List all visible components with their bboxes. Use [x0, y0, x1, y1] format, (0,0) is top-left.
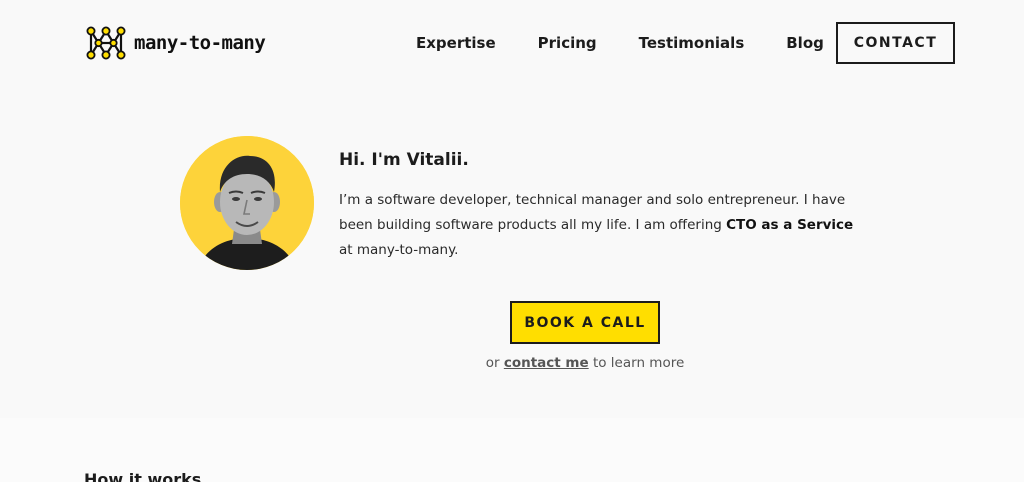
avatar [180, 136, 314, 270]
nav-link-expertise[interactable]: Expertise [416, 34, 496, 52]
page: many-to-many Expertise Pricing Testimoni… [0, 0, 1024, 482]
network-graph-logo-icon [86, 26, 126, 60]
brand-name: many-to-many [134, 32, 266, 54]
learn-more-prefix: or [485, 355, 504, 371]
learn-more-suffix: to learn more [588, 355, 685, 371]
book-a-call-button[interactable]: BOOK A CALL [510, 301, 660, 344]
how-it-works-heading: How it works [84, 470, 202, 482]
site-header: many-to-many Expertise Pricing Testimoni… [0, 0, 1024, 86]
portrait-photo [180, 136, 314, 270]
main-nav: Expertise Pricing Testimonials Blog [416, 34, 824, 52]
hero-text-highlight: CTO as a Service [726, 217, 854, 233]
contact-button[interactable]: CONTACT [836, 22, 955, 64]
learn-more-text: or contact me to learn more [0, 355, 1024, 371]
brand-logo-link[interactable]: many-to-many [86, 26, 266, 60]
contact-me-link[interactable]: contact me [504, 355, 589, 371]
nav-link-pricing[interactable]: Pricing [538, 34, 597, 52]
hero-title: Hi. I'm Vitalii. [339, 150, 469, 170]
hero-description: I’m a software developer, technical mana… [339, 188, 859, 263]
hero-text-part2: at many-to-many. [339, 242, 459, 258]
nav-link-blog[interactable]: Blog [786, 34, 824, 52]
nav-link-testimonials[interactable]: Testimonials [639, 34, 745, 52]
